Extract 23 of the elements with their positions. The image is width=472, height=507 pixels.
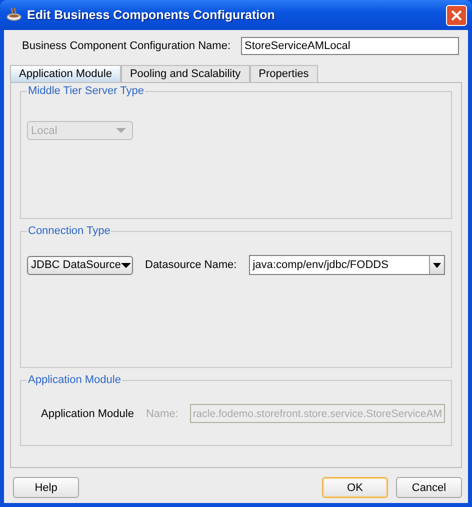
field-label: Application Module (41, 408, 134, 420)
dropdown[interactable]: JDBC DataSource (27, 256, 133, 274)
dialog-button[interactable]: OK (322, 477, 388, 498)
tab[interactable]: Application Module (10, 65, 121, 82)
group-title: Application Module (27, 374, 122, 386)
coffee-cup-icon (6, 7, 22, 23)
window-title: Edit Business Components Configuration (27, 8, 276, 22)
group-title: Middle Tier Server Type (27, 85, 145, 97)
dropdown-button[interactable] (429, 256, 444, 274)
group-title: Connection Type (27, 225, 112, 237)
field-label: Datasource Name: (145, 259, 237, 271)
close-icon (451, 10, 462, 20)
caret-icon (116, 128, 126, 133)
combo-box[interactable]: java:comp/env/jdbc/FODDS (248, 255, 445, 275)
dialog-button[interactable]: Help (13, 477, 79, 498)
tab[interactable]: Properties (250, 65, 318, 82)
input-field[interactable]: StoreServiceAMLocal (240, 37, 459, 55)
field-label: Business Component Configuration Name: (22, 40, 231, 52)
tab[interactable]: Pooling and Scalability (120, 65, 250, 82)
close-button[interactable] (446, 4, 467, 26)
dialog-button[interactable]: Cancel (396, 477, 462, 498)
caret-icon (120, 262, 131, 268)
field-label: Name: (146, 408, 178, 420)
